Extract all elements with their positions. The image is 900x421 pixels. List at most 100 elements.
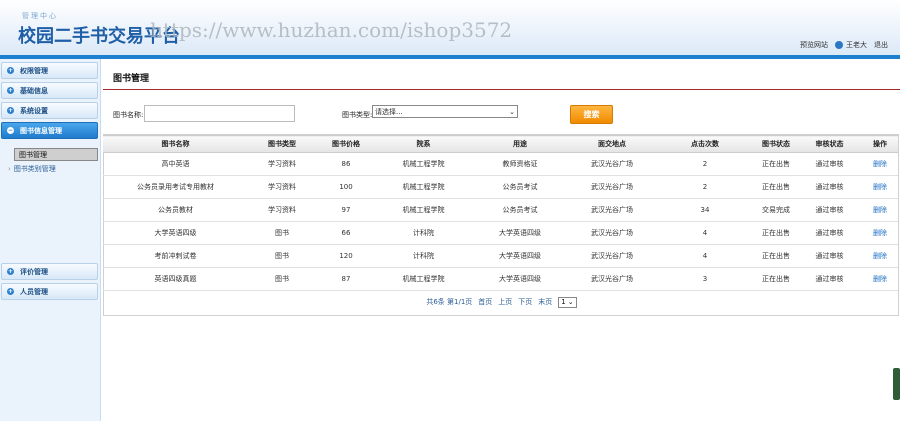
cell-location: 武汉光谷广场: [569, 198, 655, 222]
col-header: 审核状态: [797, 135, 862, 153]
delete-link[interactable]: 删除: [873, 206, 887, 214]
pager-summary: 共6条 第1/1页: [426, 298, 473, 306]
cell-book-status: 正在出售: [755, 152, 797, 176]
table-header-row: 图书名称 图书类型 图书价格 院系 用途 面交地点 点击次数 图书状态 审核状态…: [103, 135, 898, 153]
cell-department: 机械工程学院: [376, 152, 471, 176]
logout-link[interactable]: 退出: [874, 40, 888, 50]
cell-book-status: 交易完成: [755, 198, 797, 222]
cell-action: 删除: [862, 244, 898, 268]
col-header: 操作: [862, 135, 898, 153]
cell-type: 图书: [248, 244, 316, 268]
sidebar-item-personnel[interactable]: + 人员管理: [1, 283, 98, 300]
cell-purpose: 大学英语四级: [471, 244, 569, 268]
cell-clicks: 3: [655, 267, 755, 291]
col-header: 图书状态: [755, 135, 797, 153]
col-header: 图书名称: [103, 135, 248, 153]
cell-action: 删除: [862, 267, 898, 291]
scroll-handle[interactable]: [893, 368, 900, 400]
collapse-icon: −: [7, 127, 14, 134]
sidebar-subitem-book-management[interactable]: 图书管理: [14, 148, 98, 161]
sidebar-item-reviews[interactable]: + 评价管理: [1, 263, 98, 280]
sidebar-item-label: 系统设置: [20, 106, 48, 115]
table-row: 大学英语四级 图书 66 计科院 大学英语四级 武汉光谷广场 4 正在出售 通过…: [103, 221, 898, 245]
table-row: 公务员录用考试专用教材 学习资料 100 机械工程学院 公务员考试 武汉光谷广场…: [103, 175, 898, 199]
book-type-selected: 请选择...: [375, 107, 403, 116]
delete-link[interactable]: 删除: [873, 160, 887, 168]
cell-action: 删除: [862, 175, 898, 199]
cell-purpose: 大学英语四级: [471, 267, 569, 291]
sidebar-item-label: 图书信息管理: [20, 126, 62, 135]
first-page-link[interactable]: 首页: [478, 297, 492, 307]
watermark: https://www.huzhan.com/ishop3572: [150, 18, 513, 42]
search-button[interactable]: 搜索: [570, 105, 613, 124]
expand-icon: +: [7, 87, 14, 94]
delete-link[interactable]: 删除: [873, 252, 887, 260]
chevron-down-icon: ⌄: [509, 107, 515, 116]
main-content: 图书管理 图书名称: 图书类型: 请选择... ⌄ 搜索 图书名称 图书类型 图…: [103, 59, 900, 421]
book-name-input[interactable]: [144, 105, 295, 122]
preview-site-link[interactable]: 预览网站: [800, 40, 828, 50]
cell-department: 计科院: [376, 244, 471, 268]
cell-purpose: 公务员考试: [471, 175, 569, 199]
cell-type: 图书: [248, 221, 316, 245]
cell-name: 公务员录用考试专用教材: [103, 175, 248, 199]
cell-location: 武汉光谷广场: [569, 152, 655, 176]
cell-location: 武汉光谷广场: [569, 244, 655, 268]
header-subtitle: 管理中心: [22, 12, 58, 20]
delete-link[interactable]: 删除: [873, 183, 887, 191]
cell-book-status: 正在出售: [755, 244, 797, 268]
cell-clicks: 4: [655, 244, 755, 268]
col-header: 用途: [471, 135, 569, 153]
delete-link[interactable]: 删除: [873, 229, 887, 237]
cell-purpose: 大学英语四级: [471, 221, 569, 245]
sidebar-item-label: 评价管理: [20, 267, 48, 276]
top-header: 管理中心 校园二手书交易平台 https://www.huzhan.com/is…: [0, 0, 900, 59]
col-header: 点击次数: [655, 135, 755, 153]
last-page-link[interactable]: 末页: [538, 297, 552, 307]
sidebar-item-book-info[interactable]: − 图书信息管理: [1, 122, 98, 139]
cell-action: 删除: [862, 152, 898, 176]
prev-page-link[interactable]: 上页: [498, 297, 512, 307]
col-header: 院系: [376, 135, 471, 153]
cell-location: 武汉光谷广场: [569, 175, 655, 199]
page-select-value: 1: [561, 298, 566, 306]
table-row: 英语四级真题 图书 87 机械工程学院 大学英语四级 武汉光谷广场 3 正在出售…: [103, 267, 898, 291]
sidebar-subitem-book-category[interactable]: › 图书类别管理: [8, 163, 92, 175]
page-select[interactable]: 1 ⌄: [558, 296, 577, 308]
user-icon: [835, 41, 843, 49]
sidebar-item-label: 权限管理: [20, 66, 48, 75]
sidebar-item-basic-info[interactable]: + 基础信息: [1, 82, 98, 99]
book-name-label: 图书名称:: [113, 111, 144, 119]
cell-type: 图书: [248, 267, 316, 291]
cell-review-status: 通过审核: [797, 198, 862, 222]
cell-review-status: 通过审核: [797, 221, 862, 245]
user-link[interactable]: 王老大: [835, 40, 867, 50]
cell-name: 高中英语: [103, 152, 248, 176]
book-type-label: 图书类型:: [342, 111, 373, 119]
table-row: 高中英语 学习资料 86 机械工程学院 教师资格证 武汉光谷广场 2 正在出售 …: [103, 152, 898, 176]
expand-icon: +: [7, 288, 14, 295]
cell-price: 86: [316, 152, 376, 176]
delete-link[interactable]: 删除: [873, 275, 887, 283]
cell-book-status: 正在出售: [755, 267, 797, 291]
cell-action: 删除: [862, 198, 898, 222]
cell-department: 机械工程学院: [376, 198, 471, 222]
subitem-label: 图书管理: [19, 150, 47, 159]
cell-review-status: 通过审核: [797, 152, 862, 176]
cell-price: 97: [316, 198, 376, 222]
book-type-select[interactable]: 请选择... ⌄: [372, 105, 518, 118]
cell-name: 公务员教材: [103, 198, 248, 222]
table-row: 考前冲刺试卷 图书 120 计科院 大学英语四级 武汉光谷广场 4 正在出售 通…: [103, 244, 898, 268]
cell-name: 英语四级真题: [103, 267, 248, 291]
next-page-link[interactable]: 下页: [518, 297, 532, 307]
books-table: 图书名称 图书类型 图书价格 院系 用途 面交地点 点击次数 图书状态 审核状态…: [103, 135, 898, 291]
cell-book-status: 正在出售: [755, 175, 797, 199]
cell-name: 大学英语四级: [103, 221, 248, 245]
cell-review-status: 通过审核: [797, 175, 862, 199]
col-header: 面交地点: [569, 135, 655, 153]
expand-icon: +: [7, 107, 14, 114]
expand-icon: +: [7, 67, 14, 74]
sidebar-item-permissions[interactable]: + 权限管理: [1, 62, 98, 79]
arrow-icon: ›: [8, 165, 11, 173]
sidebar-item-system-settings[interactable]: + 系统设置: [1, 102, 98, 119]
